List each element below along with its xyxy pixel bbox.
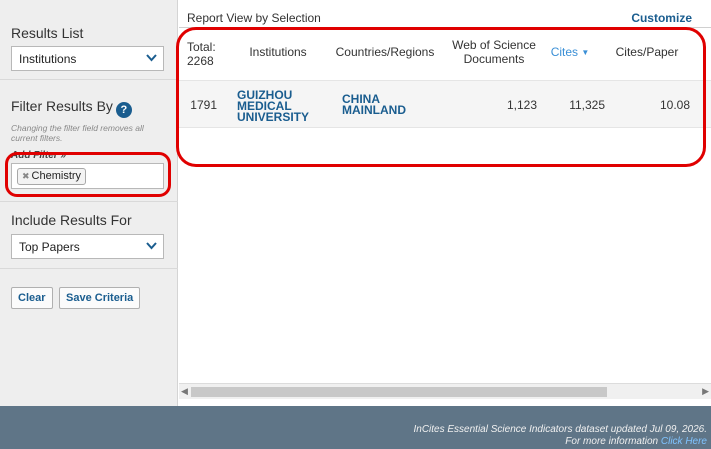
filter-title-text: Filter Results By bbox=[11, 98, 113, 114]
scroll-right-icon[interactable]: ▶ bbox=[702, 386, 709, 397]
customize-link[interactable]: Customize bbox=[631, 11, 692, 25]
add-filter-link[interactable]: Add Filter » bbox=[11, 150, 66, 161]
table-row: 1791 GUIZHOU MEDICAL UNIVERSITY CHINA MA… bbox=[179, 80, 711, 128]
results-list-select[interactable]: Institutions bbox=[11, 46, 164, 71]
chevron-down-icon bbox=[146, 242, 157, 250]
sidebar: Results List Institutions Filter Results… bbox=[0, 0, 178, 406]
institution-link[interactable]: GUIZHOU MEDICAL UNIVERSITY bbox=[237, 89, 319, 123]
total-label: Total: bbox=[187, 40, 216, 54]
column-cites-label: Cites bbox=[550, 45, 579, 59]
filter-chip-label: Chemistry bbox=[31, 170, 82, 182]
country-link[interactable]: CHINA MAINLAND bbox=[342, 93, 422, 116]
column-countries[interactable]: Countries/Regions bbox=[329, 45, 441, 59]
clear-button[interactable]: Clear bbox=[11, 287, 53, 309]
filter-chip-chemistry[interactable]: ✖ Chemistry bbox=[17, 168, 87, 185]
include-value: Top Papers bbox=[19, 240, 80, 254]
filter-input[interactable]: ✖ Chemistry bbox=[11, 163, 164, 189]
column-institutions[interactable]: Institutions bbox=[237, 45, 319, 59]
chevron-down-icon bbox=[146, 54, 157, 62]
filter-note: Changing the filter field removes all cu… bbox=[11, 123, 144, 143]
filter-title: Filter Results By? bbox=[11, 98, 132, 118]
column-cites-per-paper[interactable]: Cites/Paper bbox=[607, 45, 687, 59]
include-select[interactable]: Top Papers bbox=[11, 234, 164, 259]
footer-update-note: InCites Essential Science Indicators dat… bbox=[413, 424, 707, 435]
footer-click-here-link[interactable]: Click Here bbox=[661, 436, 707, 447]
scroll-thumb[interactable] bbox=[191, 387, 607, 397]
total-value: 2268 bbox=[187, 54, 214, 68]
save-criteria-button[interactable]: Save Criteria bbox=[59, 287, 141, 309]
report-view: Report View by Selection Customize Total… bbox=[179, 0, 711, 406]
remove-chip-icon[interactable]: ✖ bbox=[22, 171, 30, 181]
help-icon[interactable]: ? bbox=[115, 102, 132, 118]
footer-info: For more information Click Here bbox=[565, 436, 707, 447]
include-section: Include Results For Top Papers bbox=[0, 202, 178, 269]
footer-info-text: For more information bbox=[565, 436, 659, 447]
scroll-left-icon[interactable]: ◀ bbox=[181, 386, 188, 397]
include-title: Include Results For bbox=[11, 212, 132, 228]
results-list-title: Results List bbox=[11, 25, 84, 41]
footer: InCites Essential Science Indicators dat… bbox=[0, 406, 711, 449]
column-cites[interactable]: Cites ▼ bbox=[544, 45, 596, 60]
app-window: Results List Institutions Filter Results… bbox=[0, 0, 711, 449]
row-cites: 11,325 bbox=[569, 98, 605, 112]
results-list-section: Results List Institutions bbox=[0, 0, 178, 80]
report-view-title: Report View by Selection bbox=[187, 11, 321, 25]
header-divider bbox=[179, 27, 711, 28]
column-wos-documents[interactable]: Web of Science Documents bbox=[444, 38, 544, 66]
row-wos-documents: 1,123 bbox=[506, 98, 537, 112]
row-cites-per-paper: 10.08 bbox=[659, 98, 690, 112]
horizontal-scrollbar[interactable]: ◀ ▶ bbox=[179, 383, 711, 399]
total-header: Total: 2268 bbox=[187, 40, 216, 68]
sort-desc-icon: ▼ bbox=[581, 48, 590, 57]
results-list-value: Institutions bbox=[19, 52, 77, 66]
row-rank: 1791 bbox=[190, 98, 217, 112]
